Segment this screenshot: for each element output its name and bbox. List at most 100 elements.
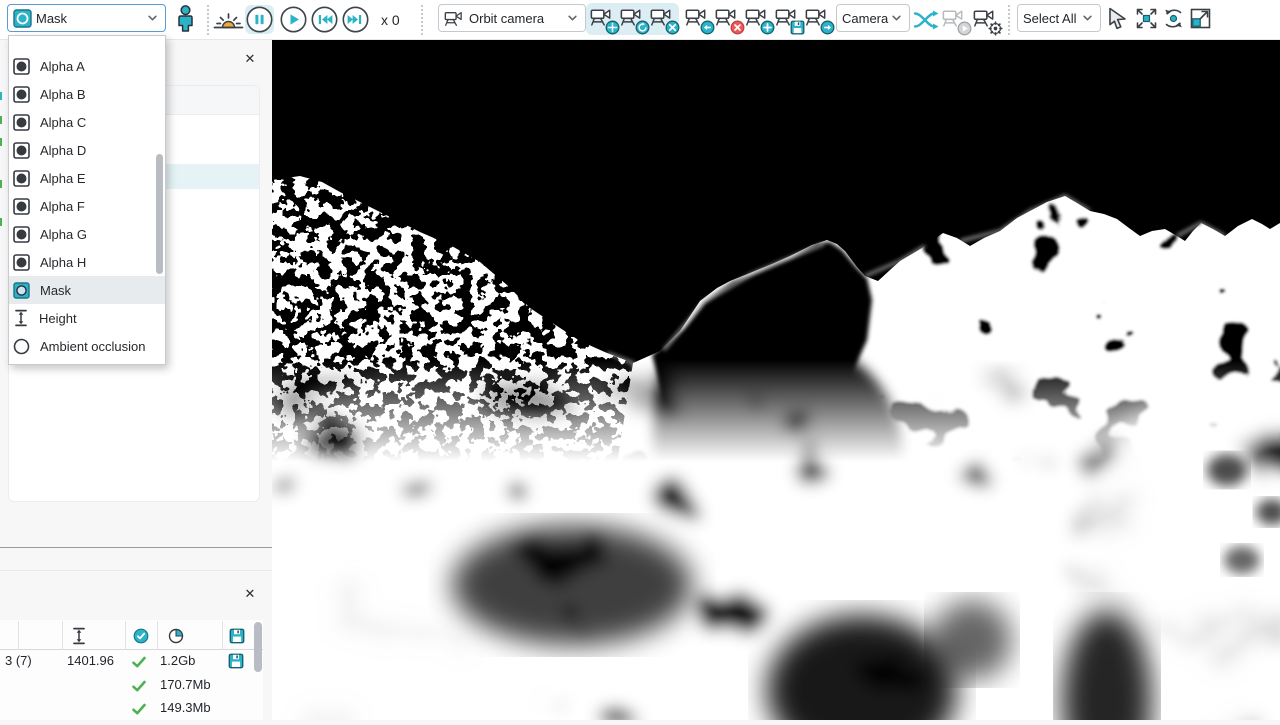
arrow-right-badge-icon xyxy=(820,20,835,35)
table-row[interactable]: 149.3Mb xyxy=(0,697,263,720)
dropdown-item-height[interactable]: Height xyxy=(9,304,165,332)
gear-badge-icon xyxy=(988,21,1003,36)
mask-channel-icon xyxy=(13,282,30,299)
camera-delete-button[interactable] xyxy=(714,4,744,35)
camera-add-button[interactable] xyxy=(744,4,774,35)
dropdown-item-alpha-c[interactable]: Alpha C xyxy=(9,108,165,136)
pointer-tool[interactable] xyxy=(1106,6,1129,36)
row-size: 149.3Mb xyxy=(160,700,211,715)
dropdown-item-label: Alpha H xyxy=(40,255,86,270)
dropdown-item-label: Ambient occlusion xyxy=(40,339,146,354)
camera-play-button[interactable] xyxy=(941,5,971,36)
skip-back-button[interactable] xyxy=(310,5,339,34)
dropdown-item-label: Alpha D xyxy=(40,143,86,158)
sun-environment-icon[interactable] xyxy=(213,8,244,37)
occluded-check-fragment xyxy=(0,180,2,188)
table-row[interactable]: 3 (7) 1401.96 1.2Gb xyxy=(0,650,263,673)
save-column-icon[interactable] xyxy=(229,628,245,644)
dropdown-item-alpha-a[interactable]: Alpha A xyxy=(9,52,165,80)
memory-pie-column-icon[interactable] xyxy=(168,628,184,644)
mask-channel-icon xyxy=(13,9,32,28)
camera-save-button[interactable] xyxy=(774,4,804,35)
dropdown-item-alpha-f[interactable]: Alpha F xyxy=(9,192,165,220)
table-row[interactable]: 170.7Mb xyxy=(0,674,263,697)
dropdown-item-mask[interactable]: Mask xyxy=(9,276,165,304)
playback-multiplier: x 0 xyxy=(381,12,400,28)
dropdown-item-alpha-b[interactable]: Alpha B xyxy=(9,80,165,108)
dropdown-item-label: Alpha F xyxy=(40,199,85,214)
check-icon xyxy=(131,654,147,670)
person-icon[interactable] xyxy=(175,5,196,38)
chevron-down-icon xyxy=(568,15,577,21)
dropdown-item-alpha-d[interactable]: Alpha D xyxy=(9,136,165,164)
panel-divider xyxy=(0,547,272,548)
rotate-badge-icon xyxy=(635,20,650,35)
channel-select-value: Mask xyxy=(36,11,67,26)
shuffle-cameras-button[interactable] xyxy=(913,9,939,36)
row-height: 1401.96 xyxy=(64,653,114,668)
chevron-down-icon xyxy=(892,15,901,21)
height-column-icon[interactable] xyxy=(71,627,87,645)
camera-select[interactable]: Camera xyxy=(836,4,910,32)
dropdown-item-alpha-e[interactable]: Alpha E xyxy=(9,164,165,192)
dropdown-item-label: Alpha C xyxy=(40,115,86,130)
dropdown-item-ambient-occlusion[interactable]: Ambient occlusion xyxy=(9,332,165,360)
scale-tool[interactable] xyxy=(1188,6,1214,36)
camera-settings-button[interactable] xyxy=(972,5,1002,36)
dropdown-item-label: Alpha G xyxy=(40,227,87,242)
dropdown-item-label: Height xyxy=(39,311,77,326)
dropdown-scrollbar[interactable] xyxy=(156,154,163,274)
play-badge-icon xyxy=(957,21,972,36)
occluded-check-fragment xyxy=(0,116,2,124)
table-scrollbar[interactable] xyxy=(254,622,262,672)
channel-dropdown: Alpha A Alpha B Alpha C Alpha D Alpha E … xyxy=(8,35,166,365)
add-badge-icon xyxy=(760,20,775,35)
dropdown-item-alpha-g[interactable]: Alpha G xyxy=(9,220,165,248)
camera-mode-value: Orbit camera xyxy=(469,11,544,26)
table-header xyxy=(0,621,263,650)
dropdown-item-label: Mask xyxy=(40,283,71,298)
pause-button[interactable] xyxy=(245,5,274,34)
camera-orbit-button[interactable] xyxy=(619,4,649,35)
alpha-channel-icon xyxy=(13,226,30,243)
check-icon xyxy=(131,678,147,694)
alpha-channel-icon xyxy=(13,86,30,103)
bottom-panel-close-button[interactable]: ✕ xyxy=(241,585,259,603)
toolbar-separator xyxy=(207,5,209,35)
rotate-tool[interactable] xyxy=(1161,7,1186,36)
occluded-check-fragment xyxy=(0,138,2,146)
frame-selection-tool[interactable] xyxy=(1134,6,1159,36)
arrow-left-badge-icon xyxy=(700,20,715,35)
dropdown-item-alpha-h[interactable]: Alpha H xyxy=(9,248,165,276)
check-circle-column-icon[interactable] xyxy=(133,628,149,644)
alpha-channel-icon xyxy=(13,198,30,215)
camera-mode-select[interactable]: Orbit camera xyxy=(438,4,586,32)
channel-select[interactable]: Mask xyxy=(7,4,166,32)
layers-table: 3 (7) 1401.96 1.2Gb 170.7Mb 149.3Mb xyxy=(0,620,263,720)
camera-free-button[interactable] xyxy=(649,4,679,35)
camera-previous-button[interactable] xyxy=(684,4,714,35)
check-icon xyxy=(131,701,147,717)
panel-divider-light xyxy=(0,570,272,571)
row-size: 1.2Gb xyxy=(160,653,195,668)
occluded-check-fragment xyxy=(0,218,2,226)
ambient-occlusion-icon xyxy=(13,338,30,355)
height-channel-icon xyxy=(13,309,29,327)
camera-next-button[interactable] xyxy=(804,4,834,35)
skip-forward-button[interactable] xyxy=(341,5,370,34)
alpha-channel-icon xyxy=(13,114,30,131)
dropdown-item-label: Alpha E xyxy=(40,171,86,186)
occluded-icon-fragment xyxy=(0,92,2,100)
top-panel-close-button[interactable]: ✕ xyxy=(241,50,259,68)
camera-move-button[interactable] xyxy=(589,4,619,35)
alpha-channel-icon xyxy=(13,58,30,75)
toolbar-separator xyxy=(421,5,423,35)
camera-select-value: Camera xyxy=(842,11,888,26)
select-mode-select[interactable]: Select All xyxy=(1017,4,1101,32)
play-button[interactable] xyxy=(279,5,308,34)
dropdown-item-label: Alpha A xyxy=(40,59,85,74)
viewport-3d[interactable] xyxy=(272,40,1280,720)
delete-badge-icon xyxy=(730,20,745,35)
save-icon[interactable] xyxy=(228,653,244,669)
save-badge-icon xyxy=(790,20,805,35)
